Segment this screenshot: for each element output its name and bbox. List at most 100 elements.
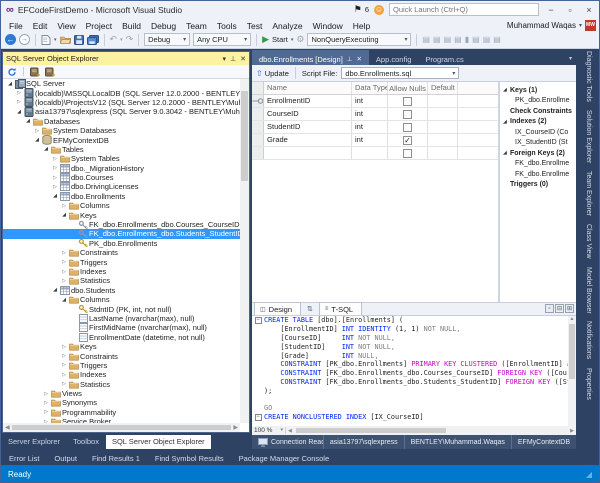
collapsed-arrow-icon[interactable]: ▷	[42, 409, 50, 415]
collapsed-arrow-icon[interactable]: ▷	[60, 269, 68, 275]
tree-item[interactable]: ▷dbo._MigrationHistory	[3, 164, 240, 173]
grid-row[interactable]: Gradeint✓	[252, 134, 498, 147]
vertical-tab-solution-explorer[interactable]: Solution Explorer	[585, 110, 592, 163]
redo-icon[interactable]: ↷	[126, 34, 134, 45]
editor-vertical-scrollbar[interactable]: ▲	[568, 316, 576, 426]
collapsed-arrow-icon[interactable]: ▷	[42, 400, 50, 406]
scroll-left-icon[interactable]: ◀	[286, 428, 294, 434]
close-button[interactable]: ×	[582, 5, 596, 15]
tree-item[interactable]: PK_dbo.Enrollments	[3, 239, 240, 248]
vertical-tab-team-explorer[interactable]: Team Explorer	[585, 171, 592, 216]
collapsed-arrow-icon[interactable]: ▷	[60, 203, 68, 209]
comment-icon[interactable]: ▤	[444, 35, 452, 44]
maximize-button[interactable]: ▫	[563, 5, 577, 15]
allow-nulls-checkbox[interactable]	[403, 149, 412, 158]
expanded-arrow-icon[interactable]: ◢	[33, 137, 41, 143]
design-tab[interactable]: ◫ Design	[254, 302, 301, 315]
tree-item[interactable]: FK_dbo.Enrollments_dbo.Students_StudentI…	[3, 229, 240, 238]
bottom-tab[interactable]: Package Manager Console	[232, 452, 336, 465]
tree-item[interactable]: ◢Tables	[3, 145, 240, 154]
tree-item[interactable]: ▷Indexes	[3, 267, 240, 276]
tree-item[interactable]: ▷Synonyms	[3, 398, 240, 407]
expanded-arrow-icon[interactable]: ◢	[15, 109, 23, 115]
tree-item[interactable]: ▷Constraints	[3, 351, 240, 360]
tree-item[interactable]: ▷Programmability	[3, 408, 240, 417]
split-horizontal-button[interactable]: ▫	[545, 304, 554, 313]
menu-edit[interactable]: Edit	[28, 21, 53, 31]
tree-item[interactable]: ◢Databases	[3, 117, 240, 126]
tree-item[interactable]: FK_dbo.Enrollments_dbo.Courses_CourseID	[3, 220, 240, 229]
tree-item[interactable]: ◢Columns	[3, 295, 240, 304]
script-file-combobox[interactable]: dbo.Enrollments.sql ▾	[341, 67, 459, 79]
allow-nulls-checkbox[interactable]: ✓	[403, 136, 412, 145]
tool-tab[interactable]: Toolbox	[67, 435, 105, 449]
menu-team[interactable]: Team	[181, 21, 212, 31]
bottom-tab[interactable]: Find Symbol Results	[148, 452, 231, 465]
menu-project[interactable]: Project	[81, 21, 117, 31]
tree-item[interactable]: ◢EFMyContextDB	[3, 135, 240, 144]
context-item[interactable]: ◢Keys (1)	[503, 85, 576, 96]
expanded-arrow-icon[interactable]: ◢	[24, 118, 32, 124]
collapsed-arrow-icon[interactable]: ▷	[33, 128, 41, 134]
bookmark-next-icon[interactable]: ▤	[472, 35, 480, 44]
editor-hscroll-thumb[interactable]	[296, 428, 446, 433]
vertical-tab-notifications[interactable]: Notifications	[585, 321, 592, 359]
attach-icon[interactable]: ⚙	[296, 34, 304, 45]
bottom-tab[interactable]: Find Results 1	[85, 452, 147, 465]
tree-item[interactable]: ◢dbo.Students	[3, 286, 240, 295]
tool-tab[interactable]: Server Explorer	[2, 435, 66, 449]
collapsed-arrow-icon[interactable]: ▷	[51, 175, 59, 181]
update-button[interactable]: ⇧ Update	[256, 69, 289, 78]
document-tab[interactable]: Program.cs	[418, 50, 470, 65]
expanded-arrow-icon[interactable]: ◢	[60, 212, 68, 218]
grid-row[interactable]	[252, 147, 498, 160]
sync-panes-icon[interactable]: ⇅	[301, 305, 319, 315]
undo-icon[interactable]: ↶	[110, 34, 118, 45]
tree-item[interactable]: ◢dbo.Enrollments	[3, 192, 240, 201]
vertical-tab-properties[interactable]: Properties	[585, 368, 592, 400]
tool-tab[interactable]: SQL Server Object Explorer	[106, 435, 211, 449]
context-item[interactable]: ◢Foreign Keys (2)	[503, 148, 576, 159]
collapsed-arrow-icon[interactable]: ▷	[51, 165, 59, 171]
menu-debug[interactable]: Debug	[146, 21, 181, 31]
query-event-combobox[interactable]: NonQueryExecuting▾	[307, 33, 411, 46]
chevron-down-icon[interactable]: ▾	[54, 37, 57, 43]
tsql-tab[interactable]: ≡ T-SQL	[319, 302, 362, 315]
bottom-tab[interactable]: Output	[47, 452, 84, 465]
collapsed-arrow-icon[interactable]: ▷	[60, 278, 68, 284]
scroll-right-icon[interactable]: ▶	[568, 428, 576, 434]
expanded-arrow-icon[interactable]: ◢	[60, 297, 68, 303]
collapsed-arrow-icon[interactable]: ▷	[60, 250, 68, 256]
context-item[interactable]: Check Constraints	[503, 106, 576, 117]
collapsed-arrow-icon[interactable]: ▷	[51, 184, 59, 190]
collapsed-arrow-icon[interactable]: ▷	[15, 99, 23, 105]
bookmark-icon[interactable]: ▮	[465, 35, 469, 44]
debug-config-combobox[interactable]: Debug▾	[144, 33, 190, 46]
tree-item[interactable]: ▷Indexes	[3, 370, 240, 379]
split-vertical-button[interactable]: ⊟	[555, 304, 564, 313]
pane-menu-chevron-icon[interactable]: ▾	[223, 55, 227, 63]
collapsed-arrow-icon[interactable]: ▷	[60, 353, 68, 359]
tree-item[interactable]: ▷Statistics	[3, 276, 240, 285]
expanded-arrow-icon[interactable]: ◢	[51, 193, 59, 199]
context-item[interactable]: PK_dbo.Enrollme	[503, 96, 576, 107]
context-item[interactable]: Triggers (0)	[503, 180, 576, 191]
tree-item[interactable]: ◢asia13797\sqlexpress (SQL Server 9.0.30…	[3, 107, 240, 116]
uncomment-icon[interactable]: ▤	[454, 35, 462, 44]
menu-test[interactable]: Test	[242, 21, 268, 31]
fold-collapse-icon[interactable]: −	[255, 414, 262, 421]
pane-pin-icon[interactable]: ⊥	[230, 55, 236, 63]
user-dropdown-icon[interactable]: ▾	[579, 22, 582, 29]
tree-item[interactable]: ▷Keys	[3, 342, 240, 351]
tsql-editor[interactable]: −CREATE TABLE [dbo].[Enrollments] ( [Enr…	[252, 316, 576, 426]
collapsed-arrow-icon[interactable]: ▷	[60, 344, 68, 350]
expanded-arrow-icon[interactable]: ◢	[51, 287, 59, 293]
swap-panes-button[interactable]: ⊞	[565, 304, 574, 313]
tree-item[interactable]: ▷(localdb)\ProjectsV12 (SQL Server 12.0.…	[3, 98, 240, 107]
expanded-arrow-icon[interactable]: ◢	[503, 150, 510, 156]
avatar[interactable]: MW	[585, 20, 596, 31]
navigate-forward-icon[interactable]: →	[19, 34, 30, 45]
tree-item[interactable]: ▷Constraints	[3, 248, 240, 257]
tree-item[interactable]: ▷Statistics	[3, 380, 240, 389]
grid-row[interactable]: CourseIDint	[252, 108, 498, 121]
